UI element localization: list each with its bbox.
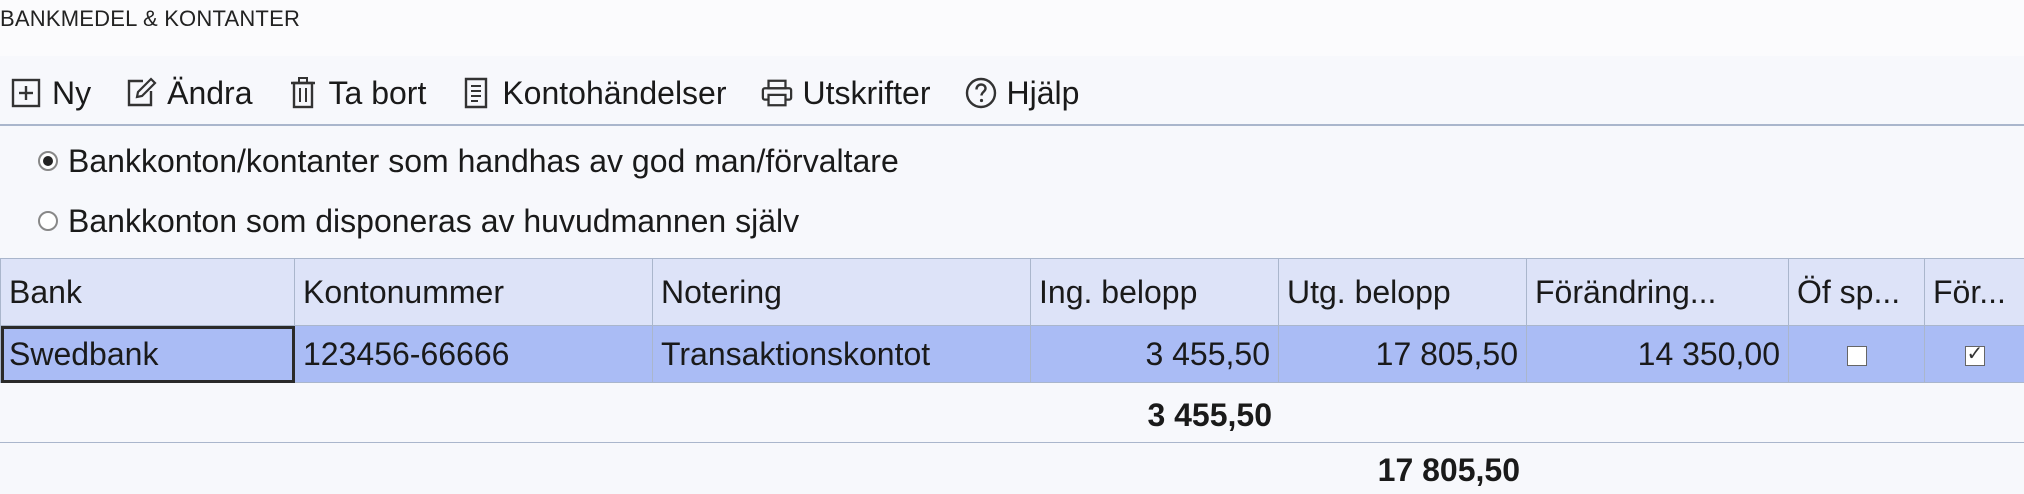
col-header-closing-amount[interactable]: Utg. belopp — [1278, 258, 1527, 326]
trash-icon — [287, 77, 319, 109]
accounts-table: Bank Kontonummer Notering Ing. belopp Ut… — [0, 258, 2024, 383]
cell-note[interactable]: Transaktionskontot — [652, 325, 1031, 383]
account-events-button[interactable]: Kontohändelser — [460, 68, 727, 118]
col-header-bank[interactable]: Bank — [0, 258, 295, 326]
edit-label: Ändra — [167, 74, 253, 111]
cell-for[interactable] — [1924, 325, 2024, 383]
of-sp-checkbox[interactable] — [1846, 346, 1867, 367]
cell-closing-amount[interactable]: 17 805,50 — [1278, 325, 1527, 383]
totals-divider — [0, 442, 2024, 443]
window-title: BANKMEDEL & KONTANTER — [0, 6, 301, 31]
help-icon — [965, 77, 997, 109]
title-bar — [0, 0, 2024, 56]
delete-button[interactable]: Ta bort — [287, 68, 427, 118]
total-closing-amount: 17 805,50 — [1377, 452, 1520, 488]
edit-icon — [125, 77, 157, 109]
delete-label: Ta bort — [328, 74, 427, 111]
for-checkbox[interactable] — [1964, 341, 1985, 367]
edit-button[interactable]: Ändra — [125, 68, 253, 118]
cell-of-sp[interactable] — [1788, 325, 1925, 383]
toolbar: Ny Ändra Ta bort Kontohändelser Utskrift… — [0, 62, 2024, 124]
help-label: Hjälp — [1006, 74, 1080, 111]
col-header-account-number[interactable]: Kontonummer — [294, 258, 653, 326]
radio-selected-icon[interactable] — [38, 151, 58, 171]
col-header-opening-amount[interactable]: Ing. belopp — [1030, 258, 1279, 326]
col-header-note[interactable]: Notering — [652, 258, 1031, 326]
cell-change[interactable]: 14 350,00 — [1526, 325, 1789, 383]
cell-account-number[interactable]: 123456-66666 — [294, 325, 653, 383]
new-button[interactable]: Ny — [10, 68, 91, 118]
radio-option-self[interactable]: Bankkonton som disponeras av huvudmannen… — [38, 201, 799, 241]
radio-option-self-label: Bankkonton som disponeras av huvudmannen… — [68, 202, 800, 239]
help-button[interactable]: Hjälp — [965, 68, 1080, 118]
print-button[interactable]: Utskrifter — [761, 68, 931, 118]
print-label: Utskrifter — [802, 74, 931, 111]
cell-bank[interactable]: Swedbank — [0, 325, 295, 383]
plus-square-icon — [10, 77, 42, 109]
radio-option-managed-label: Bankkonton/kontanter som handhas av god … — [68, 142, 899, 179]
printer-icon — [761, 77, 793, 109]
new-label: Ny — [52, 74, 92, 111]
col-header-change[interactable]: Förändring... — [1526, 258, 1789, 326]
col-header-of-sp[interactable]: Öf sp... — [1788, 258, 1925, 326]
toolbar-divider — [0, 124, 2024, 126]
account-events-label: Kontohändelser — [502, 74, 727, 111]
total-opening-amount: 3 455,50 — [1147, 397, 1272, 433]
col-header-for[interactable]: För... — [1924, 258, 2024, 326]
radio-option-managed[interactable]: Bankkonton/kontanter som handhas av god … — [38, 141, 899, 181]
ledger-icon — [460, 77, 492, 109]
radio-unselected-icon[interactable] — [38, 211, 58, 231]
table-row[interactable]: Swedbank 123456-66666 Transaktionskontot… — [0, 325, 2024, 383]
cell-opening-amount[interactable]: 3 455,50 — [1030, 325, 1279, 383]
table-header-row: Bank Kontonummer Notering Ing. belopp Ut… — [0, 258, 2024, 326]
